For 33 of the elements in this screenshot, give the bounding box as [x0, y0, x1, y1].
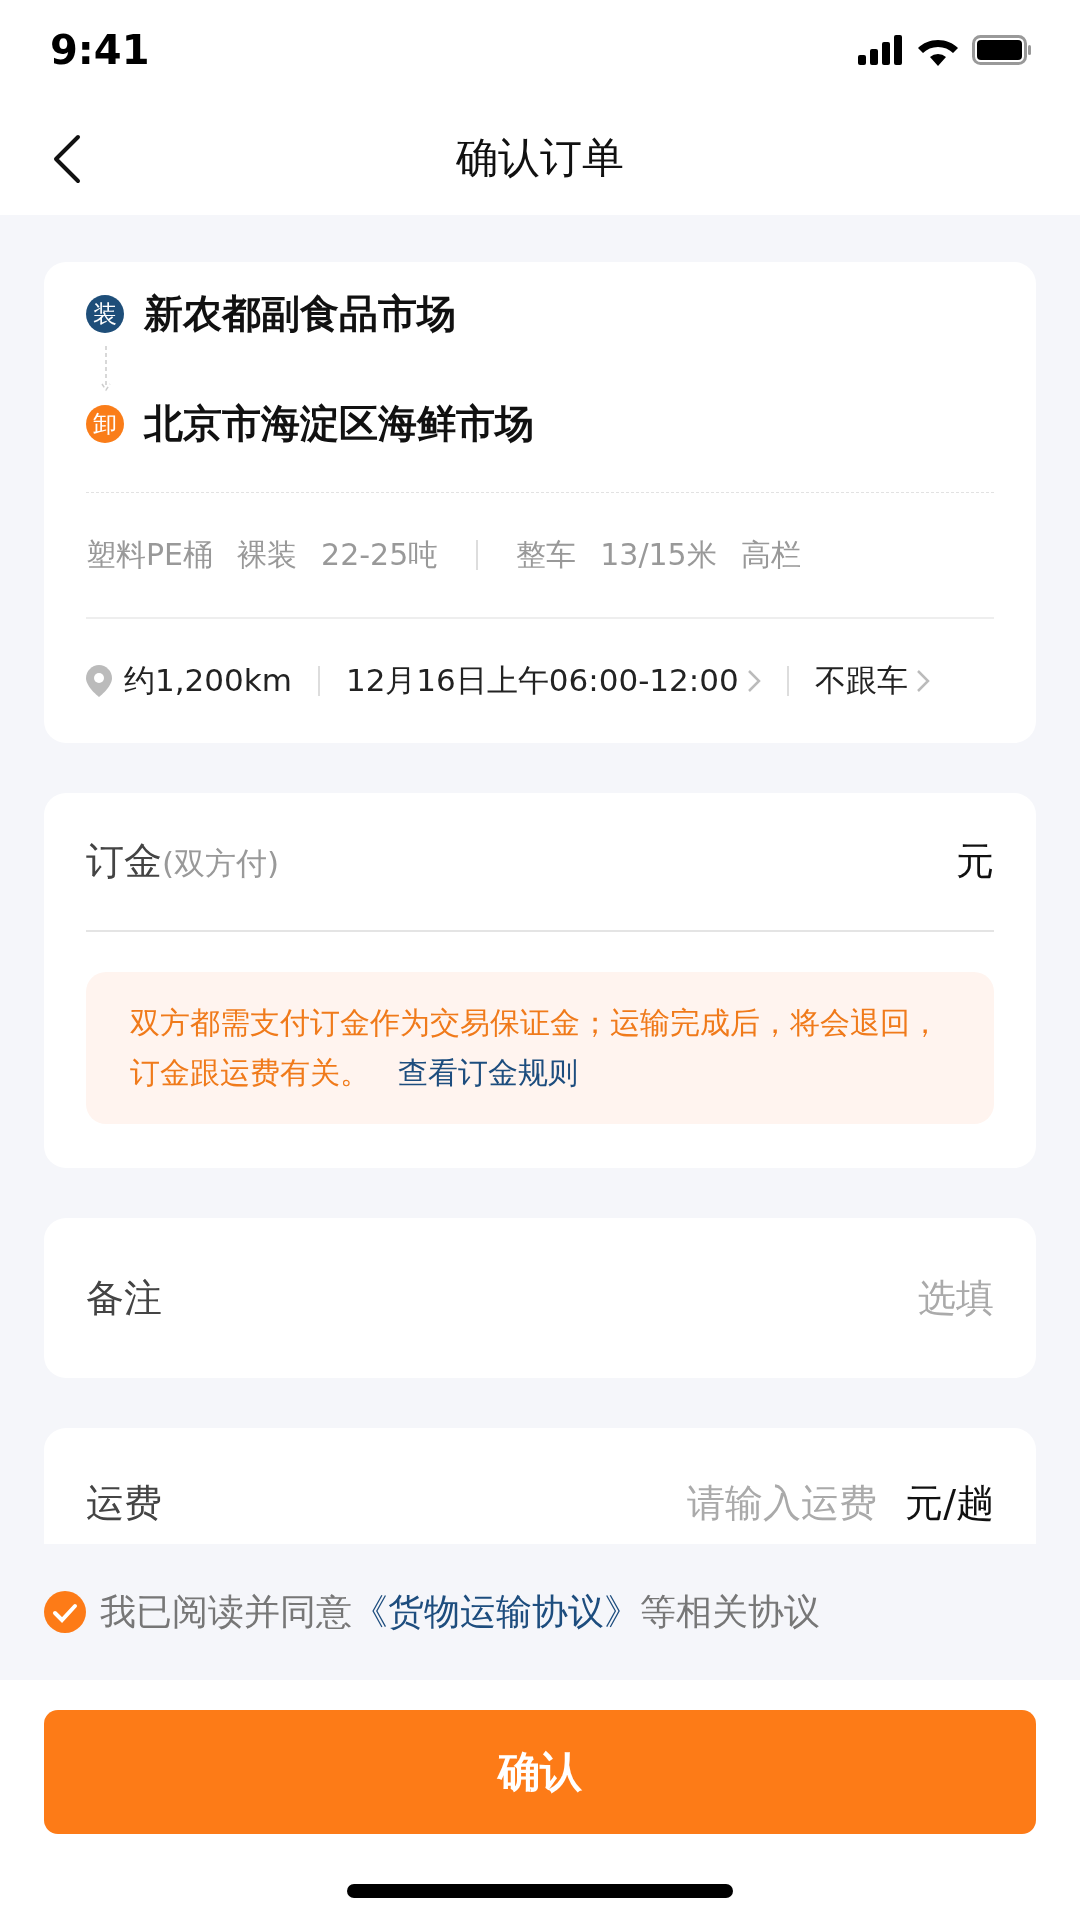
- deposit-unit: 元: [956, 838, 994, 885]
- chevron-right-icon: [915, 669, 930, 693]
- status-time: 9:41: [50, 27, 150, 73]
- deposit-notice: 双方都需支付订金作为交易保证金；运输完成后，将会退回，订金跟运费有关。 查看订金规则: [86, 972, 994, 1124]
- freight-label: 运费: [86, 1479, 162, 1527]
- distance-text: 约1,200km: [124, 661, 292, 700]
- freight-unit: 元/趟: [905, 1479, 994, 1527]
- stop-badge: 卸: [86, 405, 124, 443]
- time-selector[interactable]: 12月16日上午06:00-12:00: [345, 660, 761, 702]
- page-title: 确认订单: [456, 131, 624, 184]
- vehicle-spec: 整车: [516, 535, 577, 574]
- stop-name: 新农都副食品市场: [144, 290, 456, 338]
- checkbox[interactable]: [44, 1591, 86, 1633]
- deposit-hint: (双方付): [162, 845, 280, 881]
- route-connector-icon: [99, 344, 113, 394]
- cargo-spec: 裸装: [237, 535, 298, 574]
- stop-name: 北京市海淀区海鲜市场: [144, 400, 534, 448]
- cargo-spec: 塑料PE桶: [86, 535, 214, 574]
- agreement-link[interactable]: 《货物运输协议》: [352, 1590, 640, 1632]
- remark-label: 备注: [86, 1274, 162, 1322]
- vehicle-spec: 高栏: [740, 535, 801, 574]
- stop-badge: 装: [86, 295, 124, 333]
- deposit-rule-link[interactable]: 查看订金规则: [398, 1055, 578, 1090]
- cargo-spec: 22-25吨: [321, 535, 439, 574]
- vehicle-spec: 13/15米: [600, 535, 717, 574]
- agreement-text: 我已阅读并同意《货物运输协议》等相关协议: [100, 1589, 820, 1634]
- deposit-label: 订金: [86, 839, 162, 883]
- chevron-right-icon: [746, 669, 761, 693]
- location-pin-icon: [86, 665, 112, 697]
- signal-icon: [858, 35, 904, 65]
- battery-icon: [972, 35, 1032, 65]
- follow-selector[interactable]: 不跟车: [814, 660, 930, 702]
- back-icon[interactable]: [52, 134, 82, 184]
